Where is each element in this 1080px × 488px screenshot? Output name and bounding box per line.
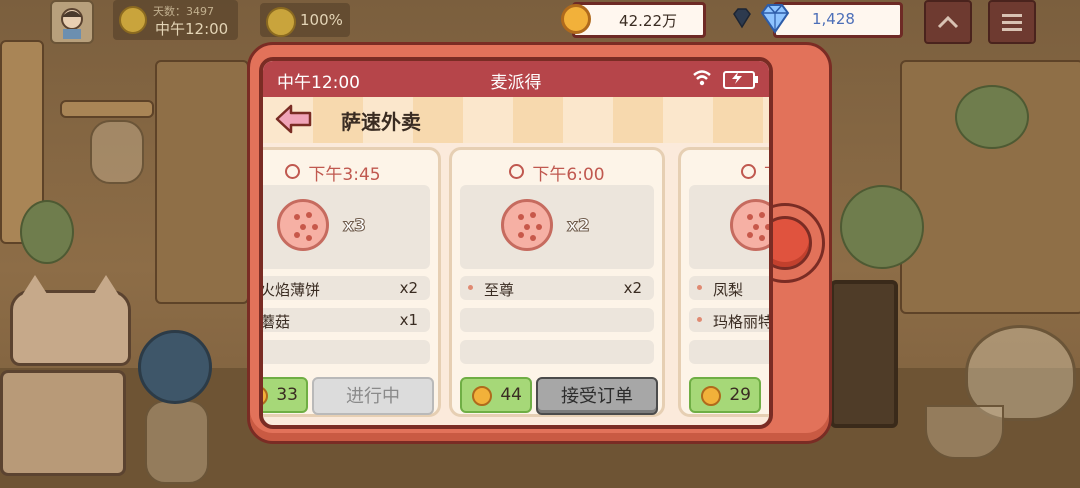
pizza-slot <box>689 185 769 269</box>
item-name: 蘑菇 <box>263 313 291 331</box>
order-item-row: 凤梨 <box>689 276 769 300</box>
collapse-button[interactable] <box>924 0 972 44</box>
hamburger-menu-icon <box>1002 14 1022 31</box>
menu-button[interactable] <box>988 0 1036 44</box>
due-time-text: 下午6:00 <box>532 165 605 185</box>
reward-value: 33 <box>276 385 298 405</box>
item-qty: x2 <box>399 279 418 297</box>
gem-icon <box>760 4 790 34</box>
clock-icon <box>285 164 301 179</box>
diamond-icon <box>733 8 751 29</box>
order-list[interactable]: 下午3:45 x3 火焰薄饼 x2 蘑菇 x1 33 进行中 下午6:00 x2 <box>263 147 769 425</box>
due-time-text: 下午3:45 <box>308 165 381 185</box>
cabinet <box>155 60 249 304</box>
gem-counter[interactable]: 1,428 <box>760 2 903 38</box>
smiley-icon <box>266 7 296 37</box>
order-due-time: 下午6:00 <box>452 160 662 185</box>
battery-charging-icon <box>723 71 758 89</box>
phone-screen: 中午12:00 麦派得 萨速外卖 下午3:45 x3 火焰薄饼 x2 蘑菇 x1… <box>259 57 773 429</box>
in-progress-button[interactable]: 进行中 <box>312 377 434 415</box>
item-name: 凤梨 <box>713 281 744 299</box>
lightning-icon <box>732 72 742 84</box>
order-item-row-empty <box>460 340 654 364</box>
bullet-icon <box>468 285 473 290</box>
pizza-quantity: x2 <box>567 216 591 237</box>
potted-plant <box>840 185 924 269</box>
satisfaction-panel: 100% <box>260 3 350 37</box>
item-name: 至尊 <box>484 281 515 299</box>
clock-icon <box>509 164 525 179</box>
sun-icon <box>119 6 147 34</box>
order-card: 下午6:00 x2 至尊 x2 44 接受订单 <box>449 147 665 417</box>
bullet-icon <box>697 317 702 322</box>
pizza-icon <box>730 199 769 251</box>
item-qty: x1 <box>399 311 418 329</box>
potted-plant <box>20 200 74 264</box>
order-item-row: 玛格丽特 <box>689 308 769 332</box>
pizza-slot: x2 <box>460 185 654 269</box>
player-face-icon <box>61 8 83 39</box>
teacup <box>925 405 1004 459</box>
reward-value: 29 <box>729 385 751 405</box>
order-item-row-empty <box>689 340 769 364</box>
chevron-up-icon <box>937 15 959 29</box>
coin-icon <box>263 386 268 406</box>
glass-vase <box>145 400 209 484</box>
cat-figure <box>10 275 131 366</box>
order-reward: 29 <box>689 377 761 413</box>
item-name: 玛格丽特 <box>713 313 769 331</box>
order-card: 下午3:45 x3 火焰薄饼 x2 蘑菇 x1 33 进行中 <box>263 147 441 417</box>
coin-counter[interactable]: 42.22万 <box>561 2 706 38</box>
globe <box>138 330 212 404</box>
chalk-board <box>830 280 898 428</box>
accept-order-button[interactable]: 接受订单 <box>536 377 658 415</box>
order-item-row: 火焰薄饼 x2 <box>263 276 430 300</box>
pizza-icon <box>277 199 329 251</box>
day-counter: 天数：3497 <box>153 5 214 18</box>
coin-icon <box>701 386 721 406</box>
player-avatar[interactable] <box>50 0 94 44</box>
coin-value: 42.22万 <box>619 12 677 30</box>
order-due-time: 下午3:45 <box>263 160 438 185</box>
wifi-icon <box>693 70 711 86</box>
clock-icon <box>741 164 756 179</box>
app-title: 萨速外卖 <box>341 110 421 134</box>
gem-value: 1,428 <box>812 10 855 28</box>
order-item-row: 至尊 x2 <box>460 276 654 300</box>
cash-register <box>0 370 126 476</box>
hanging-plant <box>955 85 1029 149</box>
order-reward: 33 <box>263 377 308 413</box>
pizza-slot: x3 <box>263 185 430 269</box>
order-item-row-empty <box>263 340 430 364</box>
satisfaction-value: 100% <box>300 11 343 29</box>
item-name: 火焰薄饼 <box>263 281 321 299</box>
order-reward: 44 <box>460 377 532 413</box>
due-time-text: 下午 <box>764 165 769 185</box>
day-time-panel: 天数：3497 中午12:00 <box>113 0 238 40</box>
coin-icon <box>561 4 591 34</box>
app-header: 萨速外卖 <box>263 97 769 143</box>
coin-icon <box>472 386 492 406</box>
item-qty: x2 <box>623 279 642 297</box>
order-card: 下午 凤梨 玛格丽特 29 <box>678 147 769 417</box>
game-clock: 中午12:00 <box>155 20 229 38</box>
order-item-row: 蘑菇 x1 <box>263 308 430 332</box>
wall-shelf <box>60 100 154 118</box>
pizza-quantity: x3 <box>343 216 367 237</box>
order-item-row-empty <box>460 308 654 332</box>
bullet-icon <box>697 285 702 290</box>
order-due-time: 下午 <box>741 160 769 185</box>
reward-value: 44 <box>500 385 522 405</box>
pizza-icon <box>501 199 553 251</box>
phone-status-bar: 中午12:00 麦派得 <box>263 61 769 97</box>
back-arrow-icon[interactable] <box>275 104 313 134</box>
glass-jar <box>90 120 144 184</box>
